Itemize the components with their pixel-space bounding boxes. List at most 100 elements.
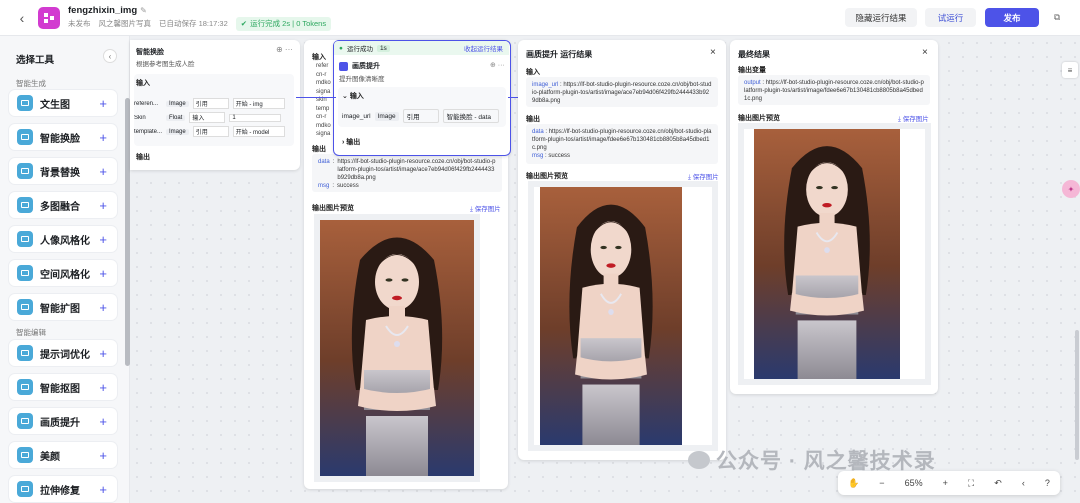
tool-label: 人像风格化 <box>40 235 90 247</box>
sidebar-item-gen-1[interactable]: 智能换脸 + <box>9 124 117 150</box>
tool-icon <box>17 265 33 281</box>
add-icon[interactable]: + <box>99 266 107 281</box>
panel-toggle-icon[interactable]: ≡ <box>1062 62 1078 78</box>
more-icon[interactable]: ⧉ <box>1047 8 1067 27</box>
param-mode-select[interactable]: 输入 <box>189 112 226 123</box>
help-icon[interactable]: ? <box>1045 478 1050 488</box>
edit-icon[interactable]: ✎ <box>140 6 147 15</box>
face-swap-node[interactable]: 智能换脸 根据参考图生成人脸 ⊕ ··· 输入 referen... Image 引… <box>130 40 300 170</box>
run-status-badge[interactable]: ✔ 运行完成 2s | 0 Tokens <box>235 16 332 31</box>
redo-icon[interactable]: ‹ <box>1022 478 1025 488</box>
add-icon[interactable]: + <box>99 414 107 429</box>
sidebar-heading: 选择工具 <box>16 55 55 66</box>
fit-view-icon[interactable]: ⛶ <box>968 478 974 489</box>
output-image-preview[interactable] <box>528 181 718 451</box>
tool-label: 美颜 <box>40 451 60 463</box>
msg-key: msg <box>318 183 330 189</box>
canvas-scrollbar[interactable] <box>1075 330 1079 460</box>
output-image-preview[interactable] <box>738 123 931 385</box>
data-value: https://lf-bot-studio-plugin-resource.co… <box>532 129 712 151</box>
zoom-out-icon[interactable]: − <box>879 478 884 488</box>
top-bar: ‹ fengzhixin_img ✎ 未发布 风之馨图片写真 已自动保存 18:1… <box>0 0 1080 36</box>
add-icon[interactable]: + <box>99 380 107 395</box>
run-time: 1s <box>376 44 390 52</box>
run-success-text: 运行成功 <box>346 46 373 53</box>
portrait-image <box>754 129 900 379</box>
collapse-sidebar-button[interactable]: ‹ <box>103 49 117 63</box>
sidebar-item-edit-4[interactable]: 拉伸修复 + <box>9 476 117 502</box>
save-label: 保存图片 <box>474 206 501 213</box>
add-icon[interactable]: + <box>99 482 107 497</box>
edge-connection[interactable] <box>296 97 336 98</box>
sidebar-item-gen-4[interactable]: 人像风格化 + <box>9 226 117 252</box>
workflow-description: 风之馨图片写真 <box>98 18 152 28</box>
tool-icon <box>17 413 33 429</box>
sidebar-item-gen-0[interactable]: 文生图 + <box>9 90 117 116</box>
input-json: image_url : https://lf-bot-studio-plugin… <box>526 77 718 107</box>
param-name: image_url <box>342 112 371 120</box>
tool-icon <box>17 163 33 179</box>
zoom-in-icon[interactable]: + <box>943 478 948 488</box>
add-icon[interactable]: + <box>99 130 107 145</box>
tool-label: 拉伸修复 <box>40 485 80 497</box>
add-icon[interactable]: + <box>99 300 107 315</box>
assistant-icon[interactable]: ✦ <box>1062 180 1080 198</box>
tool-label: 智能扩图 <box>40 303 80 315</box>
param-value-field[interactable]: 开始 - model <box>232 126 285 137</box>
sidebar-item-gen-5[interactable]: 空间风格化 + <box>9 260 117 286</box>
tool-label: 空间风格化 <box>40 269 90 281</box>
sidebar-item-gen-3[interactable]: 多图融合 + <box>9 192 117 218</box>
param-value-field[interactable]: 1 <box>229 113 282 122</box>
param-mode-select[interactable]: 引用 <box>402 109 439 123</box>
param-value-select[interactable]: 智能换脸 - data <box>442 109 499 123</box>
save-image-button[interactable]: ⤓ 保存图片 <box>470 203 501 214</box>
sidebar-item-edit-1[interactable]: 智能抠图 + <box>9 374 117 400</box>
close-icon[interactable]: × <box>710 47 716 58</box>
sidebar-item-edit-0[interactable]: 提示词优化 + <box>9 340 117 366</box>
run-status-text: 运行完成 2s | 0 Tokens <box>250 18 327 28</box>
add-icon[interactable]: + <box>99 96 107 111</box>
output-image-preview[interactable] <box>314 214 480 482</box>
back-button[interactable]: ‹ <box>12 8 32 28</box>
param-mode-select[interactable]: 引用 <box>192 98 229 109</box>
add-icon[interactable]: + <box>99 232 107 247</box>
preview-label: 输出图片预览 <box>738 115 780 122</box>
tool-icon <box>17 379 33 395</box>
input-value: https://lf-bot-studio-plugin-resource.co… <box>532 82 712 104</box>
hide-results-button[interactable]: 隐藏运行结果 <box>845 8 917 27</box>
add-icon[interactable]: + <box>99 198 107 213</box>
quality-enhance-node[interactable]: ● 运行成功 1s 收起运行结果 画质提升 ⊕ ··· 提升图像清晰度 ⌄ 输入… <box>333 40 511 156</box>
publish-button[interactable]: 发布 <box>985 8 1039 27</box>
output-variable-label: 输出变量 <box>738 67 766 74</box>
hand-icon[interactable]: ✋ <box>848 478 859 489</box>
portrait-image <box>540 187 682 445</box>
toggle-result-link[interactable]: 收起运行结果 <box>464 43 503 53</box>
sidebar-item-gen-6[interactable]: 智能扩图 + <box>9 294 117 320</box>
node-title: 画质提升 <box>352 63 380 70</box>
sidebar-item-gen-2[interactable]: 背景替换 + <box>9 158 117 184</box>
undo-icon[interactable]: ↶ <box>994 478 1002 489</box>
output-json: data: https://lf-bot-studio-plugin-resour… <box>312 154 502 192</box>
try-run-button[interactable]: 试运行 <box>925 8 976 27</box>
output-label: 输出 <box>526 116 540 123</box>
zoom-level[interactable]: 65% <box>905 478 923 488</box>
edge-connection[interactable] <box>508 97 518 98</box>
param-value-field[interactable]: 开始 - img <box>232 98 285 109</box>
final-result-panel: 最终结果 × 输出变量 output : https://lf-bot-stud… <box>730 40 938 394</box>
add-icon[interactable]: + <box>99 448 107 463</box>
add-icon[interactable]: + <box>99 164 107 179</box>
add-icon[interactable]: + <box>99 346 107 361</box>
node-settings-icon[interactable]: ⊕ ··· <box>276 45 293 54</box>
close-icon[interactable]: × <box>922 47 928 58</box>
node-menu-icon[interactable]: ⊕ ··· <box>490 61 505 69</box>
param-mode-select[interactable]: 引用 <box>192 126 229 137</box>
tool-label: 多图融合 <box>40 201 80 213</box>
msg-key: msg <box>532 153 544 159</box>
sidebar-item-edit-2[interactable]: 画质提升 + <box>9 408 117 434</box>
chevron-down-icon[interactable]: ⌄ <box>342 93 350 100</box>
output-label: 输出 <box>136 154 150 161</box>
sidebar-item-edit-3[interactable]: 美颜 + <box>9 442 117 468</box>
workflow-canvas[interactable]: 智能换脸 根据参考图生成人脸 ⊕ ··· 输入 referen... Image 引… <box>130 36 1080 503</box>
section-generate: 智能生成 <box>16 79 46 88</box>
node-title: 智能换脸 <box>136 49 164 56</box>
